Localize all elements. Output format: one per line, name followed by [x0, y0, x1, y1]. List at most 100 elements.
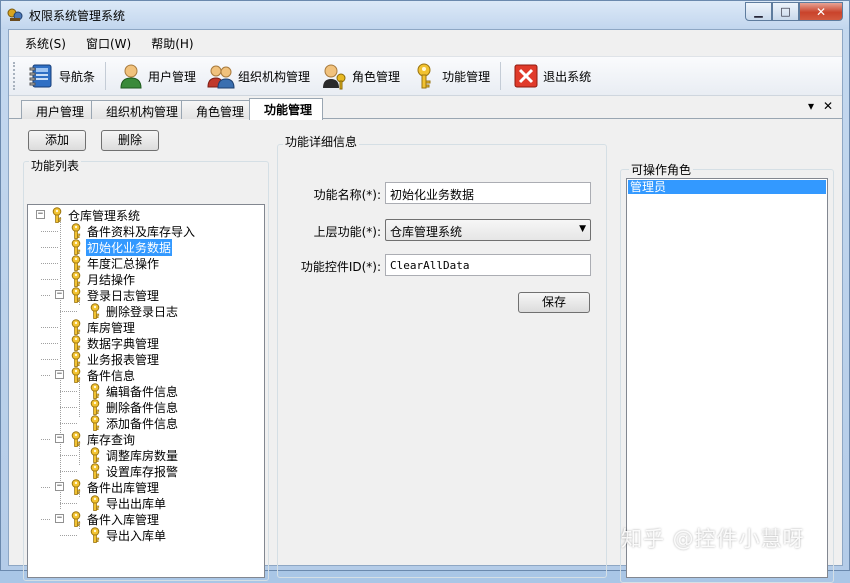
key-icon: [88, 383, 102, 399]
tree-node[interactable]: 导出入库单: [88, 527, 167, 543]
tree-node[interactable]: 仓库管理系统: [50, 207, 141, 223]
tree-connector-line: [41, 247, 58, 248]
tree-connector-line: [41, 295, 50, 296]
tab-dropdown-icon[interactable]: ▾: [808, 99, 814, 113]
function-tree[interactable]: − 仓库管理系统 备件资料及库存导入 初始化业务数据 年度汇总操作 月结操作 − 登录日志管理…: [27, 204, 265, 578]
tree-node[interactable]: 编辑备件信息: [88, 383, 179, 399]
tree-connector-line: [60, 311, 77, 312]
tree-collapse-icon[interactable]: −: [55, 482, 64, 491]
toolbar-role-button[interactable]: 角色管理: [316, 59, 404, 93]
key-icon: [69, 335, 83, 351]
tab-close-icon[interactable]: ✕: [823, 99, 833, 113]
tree-node[interactable]: 备件入库管理: [69, 511, 160, 527]
tree-connector-line: [60, 455, 77, 456]
tree-node-label: 仓库管理系统: [68, 208, 141, 223]
toolbar-function-button[interactable]: 功能管理: [406, 59, 494, 93]
tree-node[interactable]: 调整库房数量: [88, 447, 179, 463]
tree-node[interactable]: 登录日志管理: [69, 287, 160, 303]
save-button[interactable]: 保存: [518, 292, 590, 313]
key-icon: [50, 207, 64, 223]
tree-collapse-icon[interactable]: −: [55, 290, 64, 299]
exit-icon: [514, 64, 538, 88]
tree-node[interactable]: 库存查询: [69, 431, 136, 447]
tree-node[interactable]: 备件信息: [69, 367, 136, 383]
menu-system[interactable]: 系统(S): [17, 32, 74, 55]
tree-node-label: 设置库存报警: [106, 464, 179, 479]
tree-node[interactable]: 月结操作: [69, 271, 136, 287]
tree-node[interactable]: 添加备件信息: [88, 415, 179, 431]
parent-function-select[interactable]: 仓库管理系统 ▼: [385, 219, 591, 241]
tab-role-management[interactable]: 角色管理: [181, 100, 256, 119]
app-window: 权限系统管理系统 ▁ □ ✕ 系统(S) 窗口(W) 帮助(H) 导航条 用户管…: [0, 0, 850, 583]
menu-help[interactable]: 帮助(H): [143, 32, 201, 55]
key-icon: [69, 239, 83, 255]
tree-node[interactable]: 删除登录日志: [88, 303, 179, 319]
add-button[interactable]: 添加: [28, 130, 86, 151]
key-icon: [69, 479, 83, 495]
toolbar-exit-button[interactable]: 退出系统: [507, 59, 595, 93]
tree-node[interactable]: 数据字典管理: [69, 335, 160, 351]
tree-connector-line: [60, 217, 61, 509]
key-icon: [69, 223, 83, 239]
tree-collapse-icon[interactable]: −: [55, 370, 64, 379]
title-bar[interactable]: 权限系统管理系统 ▁ □ ✕: [1, 1, 849, 29]
key-icon: [69, 271, 83, 287]
toolbar-role-label: 角色管理: [352, 69, 401, 84]
toolbar-user-label: 用户管理: [148, 69, 197, 84]
key-icon: [88, 527, 102, 543]
tree-node[interactable]: 初始化业务数据: [69, 238, 173, 256]
role-item[interactable]: 管理员: [628, 180, 826, 194]
tree-node[interactable]: 业务报表管理: [69, 351, 160, 367]
tree-node-label: 登录日志管理: [87, 288, 160, 303]
tree-connector-line: [41, 375, 50, 376]
tree-node[interactable]: 备件出库管理: [69, 479, 160, 495]
tab-strip: 用户管理 组织机构管理 角色管理 功能管理 ▾ ✕: [9, 97, 842, 120]
key-icon: [88, 399, 102, 415]
tab-label: 用户管理: [36, 105, 85, 119]
toolbar-navigator-button[interactable]: 导航条: [23, 59, 99, 93]
tree-connector-line: [41, 327, 58, 328]
key-icon: [417, 63, 431, 89]
toolbar-org-button[interactable]: 组织机构管理: [202, 59, 314, 93]
control-id-input[interactable]: ClearAllData: [385, 254, 591, 276]
key-icon: [88, 463, 102, 479]
key-icon: [69, 511, 83, 527]
tree-connector-line: [41, 487, 50, 488]
tree-node-label: 备件资料及库存导入: [87, 224, 196, 239]
tree-node-label: 备件出库管理: [87, 480, 160, 495]
tree-connector-line: [60, 391, 77, 392]
tree-node[interactable]: 年度汇总操作: [69, 255, 160, 271]
toolbar-separator: [500, 62, 502, 90]
tree-collapse-icon[interactable]: −: [36, 210, 45, 219]
toolbar-grip[interactable]: [13, 62, 17, 90]
delete-button[interactable]: 删除: [101, 130, 159, 151]
tree-node[interactable]: 删除备件信息: [88, 399, 179, 415]
close-button[interactable]: ✕: [799, 2, 843, 21]
tab-function-management[interactable]: 功能管理: [249, 98, 324, 120]
minimize-icon: ▁: [754, 5, 763, 18]
tree-node[interactable]: 设置库存报警: [88, 463, 179, 479]
tab-user-management[interactable]: 用户管理: [21, 100, 96, 119]
tree-node-label: 数据字典管理: [87, 336, 160, 351]
tab-org-management[interactable]: 组织机构管理: [91, 100, 190, 119]
minimize-button[interactable]: ▁: [745, 2, 772, 21]
tree-collapse-icon[interactable]: −: [55, 434, 64, 443]
tree-connector-line: [60, 407, 77, 408]
key-icon: [69, 319, 83, 335]
tree-collapse-icon[interactable]: −: [55, 514, 64, 523]
tree-connector-line: [60, 535, 77, 536]
maximize-button[interactable]: □: [772, 2, 799, 21]
key-icon: [69, 431, 83, 447]
close-icon: ✕: [815, 4, 827, 19]
parent-function-label: 上层功能(*):: [313, 225, 381, 239]
toolbar-user-button[interactable]: 用户管理: [112, 59, 200, 93]
tree-node[interactable]: 备件资料及库存导入: [69, 223, 196, 239]
tree-connector-line: [60, 423, 77, 424]
tab-label: 角色管理: [196, 105, 245, 119]
user-icon: [120, 64, 142, 89]
tree-node[interactable]: 库房管理: [69, 319, 136, 335]
tree-node[interactable]: 导出出库单: [88, 495, 167, 511]
roles-list[interactable]: 管理员: [626, 178, 828, 578]
function-name-input[interactable]: 初始化业务数据: [385, 182, 591, 204]
menu-window[interactable]: 窗口(W): [78, 32, 139, 55]
